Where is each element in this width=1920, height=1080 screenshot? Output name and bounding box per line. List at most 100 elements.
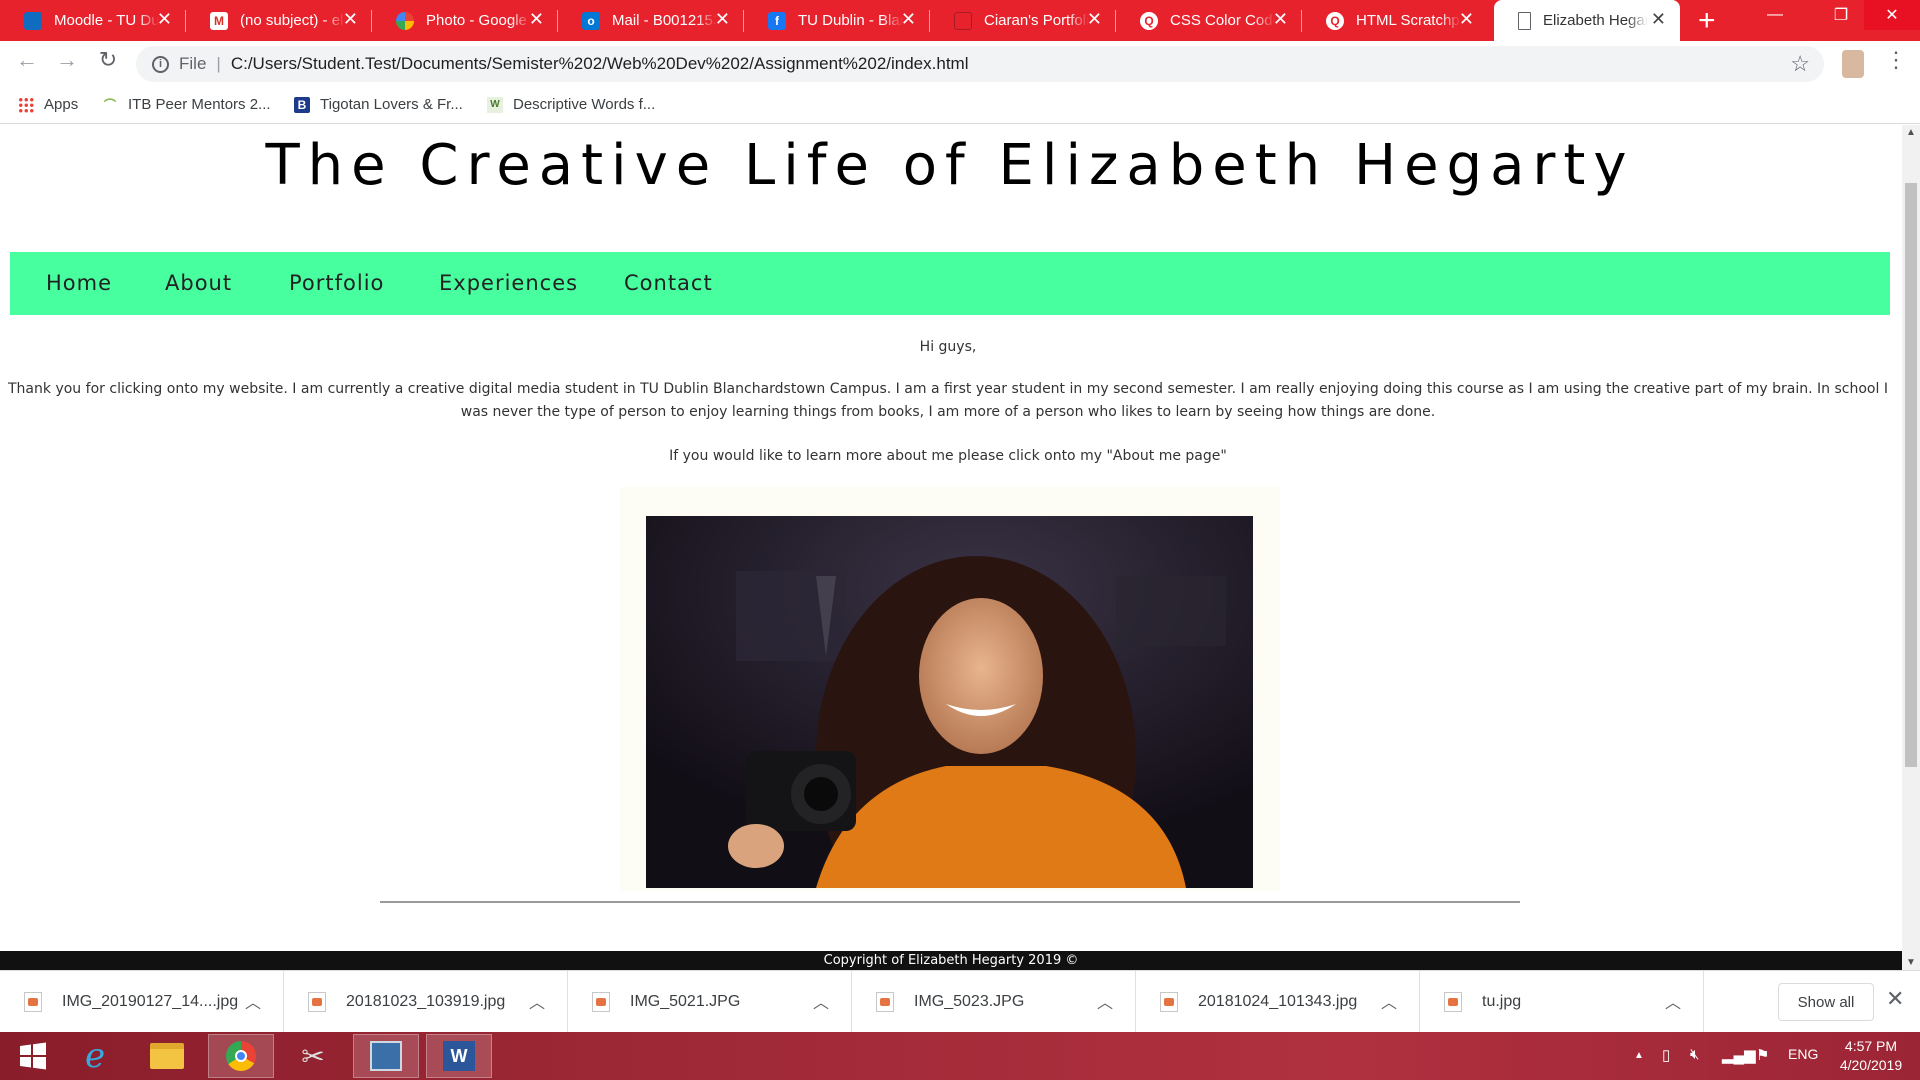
url-text[interactable]: C:/Users/Student.Test/Documents/Semister… <box>231 54 969 74</box>
restore-window-button[interactable]: ❐ <box>1818 0 1864 30</box>
site-footer: Copyright of Elizabeth Hegarty 2019 © <box>0 951 1902 970</box>
page-viewport: The Creative Life of Elizabeth Hegarty H… <box>0 125 1902 970</box>
bookmark-descriptive-words[interactable]: W Descriptive Words f... <box>487 96 655 113</box>
chevron-up-icon[interactable]: ︿ <box>529 989 545 1013</box>
reload-button[interactable]: ↻ <box>93 47 123 73</box>
close-tab-icon[interactable]: ✕ <box>1459 9 1474 30</box>
start-button[interactable] <box>0 1034 66 1078</box>
tab-title: Ciaran's Portfoli <box>984 12 1089 29</box>
back-button[interactable]: ← <box>12 47 42 73</box>
taskbar-chrome[interactable] <box>208 1034 274 1078</box>
w3schools-icon: Q <box>1326 11 1344 30</box>
minimize-window-button[interactable]: — <box>1752 0 1798 30</box>
battery-icon[interactable]: ▯ <box>1662 1046 1670 1064</box>
chrome-menu-icon[interactable]: ⋮ <box>1885 47 1907 73</box>
taskbar-word[interactable]: W <box>426 1034 492 1078</box>
chevron-up-icon[interactable]: ︿ <box>813 989 829 1013</box>
address-bar[interactable]: i File | C:/Users/Student.Test/Documents… <box>136 46 1824 82</box>
close-window-button[interactable]: ✕ <box>1864 0 1920 30</box>
nav-link-about[interactable]: About <box>165 271 232 295</box>
download-item[interactable]: IMG_5023.JPG ︿ <box>852 971 1136 1033</box>
page-scrollbar[interactable]: ▲ ▼ <box>1902 125 1920 970</box>
gmail-icon: M <box>210 11 228 30</box>
taskbar-snipping-tool[interactable]: ✂ <box>280 1034 346 1078</box>
forward-button[interactable]: → <box>52 47 82 73</box>
intro-paragraph: Thank you for clicking onto my website. … <box>8 381 1888 420</box>
tab-elizabeth-hegarty[interactable]: Elizabeth Hegarty ✕ <box>1494 0 1680 41</box>
download-item[interactable]: IMG_5021.JPG ︿ <box>568 971 852 1033</box>
nav-link-contact[interactable]: Contact <box>624 271 713 295</box>
close-tab-icon[interactable]: ✕ <box>715 9 730 30</box>
bookmark-apps[interactable]: Apps <box>18 96 78 113</box>
tab-html-scratchpad[interactable]: Q HTML Scratchpa ✕ <box>1302 0 1488 41</box>
google-photos-icon <box>396 11 414 30</box>
close-tab-icon[interactable]: ✕ <box>343 9 358 30</box>
w-icon: W <box>487 96 503 113</box>
close-tab-icon[interactable]: ✕ <box>901 9 916 30</box>
taskbar-file-explorer[interactable] <box>134 1034 200 1078</box>
download-item[interactable]: 20181024_101343.jpg ︿ <box>1136 971 1420 1033</box>
chevron-up-icon[interactable]: ︿ <box>1097 989 1113 1013</box>
download-filename: IMG_20190127_14....jpg <box>62 993 239 1010</box>
scroll-up-arrow-icon[interactable]: ▲ <box>1902 127 1920 138</box>
tab-css-color-codes[interactable]: Q CSS Color Codes ✕ <box>1116 0 1302 41</box>
tab-moodle[interactable]: Moodle - TU Du ✕ <box>0 0 186 41</box>
tab-title: HTML Scratchpa <box>1356 12 1461 29</box>
show-all-downloads-button[interactable]: Show all <box>1778 983 1874 1021</box>
close-tab-icon[interactable]: ✕ <box>157 9 172 30</box>
network-signal-icon[interactable]: ▂▄▆ <box>1722 1046 1756 1064</box>
scrollbar-thumb[interactable] <box>1905 183 1917 767</box>
clock-date: 4/20/2019 <box>1839 1057 1903 1073</box>
close-tab-icon[interactable]: ✕ <box>1273 9 1288 30</box>
bookmark-label: ITB Peer Mentors 2... <box>128 96 271 113</box>
profile-avatar[interactable] <box>1842 50 1864 78</box>
chevron-up-icon[interactable]: ︿ <box>1381 989 1397 1013</box>
nav-link-home[interactable]: Home <box>46 271 112 295</box>
nav-link-portfolio[interactable]: Portfolio <box>289 271 384 295</box>
tab-gmail[interactable]: M (no subject) - eli ✕ <box>186 0 372 41</box>
download-filename: 20181023_103919.jpg <box>346 993 506 1010</box>
volume-muted-icon[interactable]: 🔇︎ <box>1690 1046 1699 1063</box>
bookmark-star-icon[interactable]: ☆ <box>1790 51 1810 77</box>
taskbar-clock[interactable]: 4:57 PM 4/20/2019 <box>1826 1037 1916 1075</box>
close-tab-icon[interactable]: ✕ <box>529 9 544 30</box>
horizontal-rule <box>380 901 1520 903</box>
bookmark-label: Descriptive Words f... <box>513 96 656 113</box>
close-download-shelf-icon[interactable]: ✕ <box>1886 986 1904 1012</box>
about-prompt-text: If you would like to learn more about me… <box>669 448 1227 464</box>
taskbar-internet-explorer[interactable]: e <box>62 1034 128 1078</box>
bookmark-tigotan-lovers[interactable]: B Tigotan Lovers & Fr... <box>294 96 463 113</box>
image-file-icon <box>1160 992 1178 1012</box>
scroll-down-arrow-icon[interactable]: ▼ <box>1902 957 1920 968</box>
tab-facebook[interactable]: f TU Dublin - Blan ✕ <box>744 0 930 41</box>
show-hidden-icons-icon[interactable]: ▲ <box>1634 1050 1644 1061</box>
bookmarks-bar: Apps ⌒ ITB Peer Mentors 2... B Tigotan L… <box>0 88 1920 124</box>
download-item[interactable]: tu.jpg ︿ <box>1420 971 1704 1033</box>
close-tab-icon[interactable]: ✕ <box>1651 9 1666 30</box>
bookmark-itb-peer-mentors[interactable]: ⌒ ITB Peer Mentors 2... <box>102 96 271 113</box>
taskbar-app[interactable] <box>353 1034 419 1078</box>
nav-link-experiences[interactable]: Experiences <box>439 271 578 295</box>
image-file-icon <box>1444 992 1462 1012</box>
info-icon[interactable]: i <box>152 55 169 73</box>
language-indicator[interactable]: ENG <box>1788 1046 1818 1062</box>
tab-outlook-mail[interactable]: o Mail - B0012153 ✕ <box>558 0 744 41</box>
action-center-icon[interactable]: ⚑ <box>1756 1046 1769 1064</box>
browser-toolbar: ← → ↻ i File | C:/Users/Student.Test/Doc… <box>0 41 1920 88</box>
download-filename: 20181024_101343.jpg <box>1198 993 1358 1010</box>
tab-google-photos[interactable]: Photo - Google ✕ <box>372 0 558 41</box>
close-tab-icon[interactable]: ✕ <box>1087 9 1102 30</box>
tab-ciarans-portfolio[interactable]: Ciaran's Portfoli ✕ <box>930 0 1116 41</box>
file-explorer-icon <box>150 1043 184 1069</box>
internet-explorer-icon: e <box>84 1036 106 1076</box>
bookmark-label: Apps <box>44 96 79 113</box>
download-item[interactable]: 20181023_103919.jpg ︿ <box>284 971 568 1033</box>
new-tab-button[interactable]: + <box>1698 4 1716 38</box>
bookmark-label: Tigotan Lovers & Fr... <box>320 96 463 113</box>
download-item[interactable]: IMG_20190127_14....jpg ︿ <box>0 971 284 1033</box>
chevron-up-icon[interactable]: ︿ <box>245 989 261 1013</box>
facebook-icon: f <box>768 11 786 30</box>
clock-time: 4:57 PM <box>1844 1038 1898 1054</box>
tab-title: Moodle - TU Du <box>54 12 159 29</box>
chevron-up-icon[interactable]: ︿ <box>1665 989 1681 1013</box>
